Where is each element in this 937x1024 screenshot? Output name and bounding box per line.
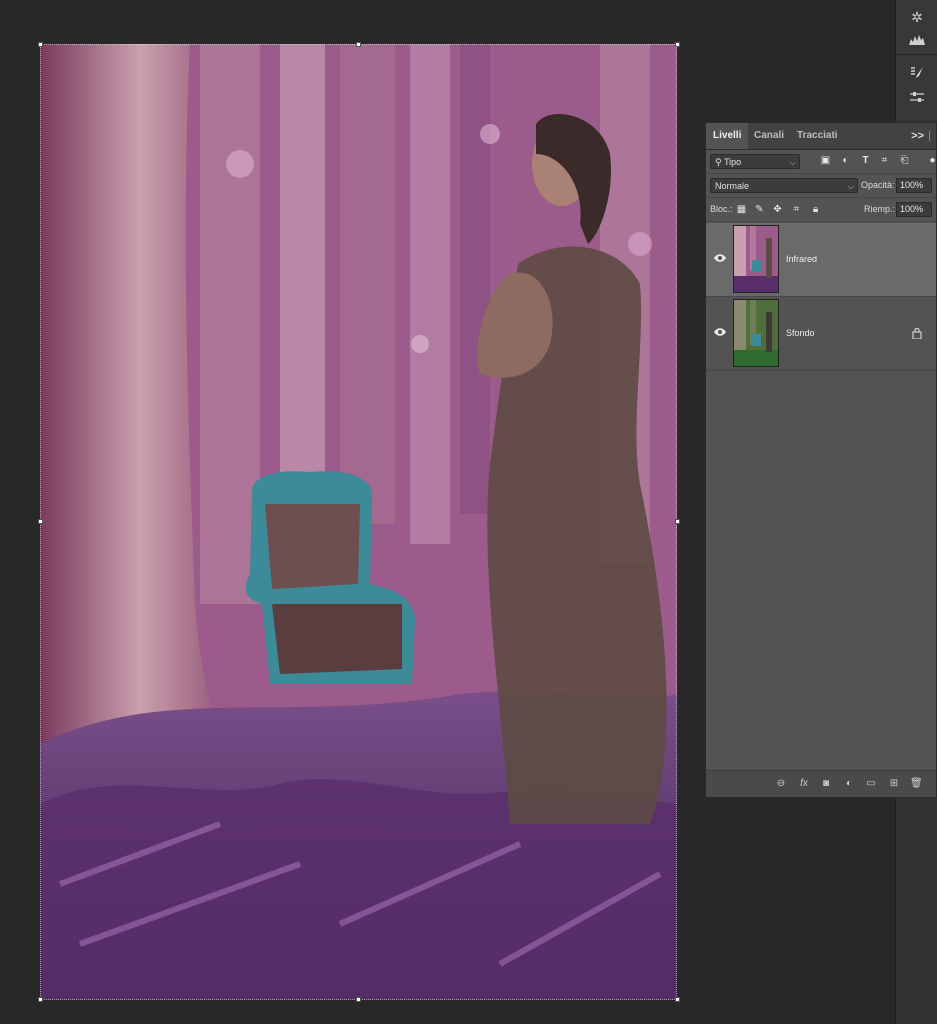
blend-mode-row: Normale ⌵ Opacità: 100% <box>706 174 936 198</box>
panel-expand-button[interactable]: >> <box>911 123 924 149</box>
layers-panel: Livelli Canali Tracciati >> ⚲ Tipo ⌵ ▣ ◐… <box>705 122 937 798</box>
transform-handle-left[interactable] <box>38 519 43 524</box>
chevron-down-icon: ⌵ <box>789 158 796 167</box>
transform-handle-right[interactable] <box>675 519 680 524</box>
transform-handle-top[interactable] <box>356 42 361 47</box>
lock-transparent-pixels-icon[interactable]: ▦ <box>736 204 747 215</box>
add-mask-icon[interactable]: ◙ <box>820 777 832 790</box>
eye-icon[interactable] <box>714 253 726 263</box>
layer-thumbnail-infrared <box>733 225 779 293</box>
opacity-input[interactable]: 100% <box>896 178 932 193</box>
blend-mode-value: Normale <box>715 181 750 191</box>
layer-kind-filter-select[interactable]: ⚲ Tipo ⌵ <box>710 154 800 169</box>
opacity-label: Opacità: <box>861 180 895 190</box>
pixel-layer-filter-icon[interactable]: ▣ <box>820 155 831 166</box>
transform-handle-bottom-left[interactable] <box>38 997 43 1002</box>
layers-list: Infrared Sfondo <box>706 223 936 371</box>
settings-gear-icon[interactable]: ✲ <box>906 6 928 28</box>
layer-kind-filter-value: Tipo <box>723 157 742 167</box>
new-adjustment-layer-icon[interactable]: ◐ <box>843 777 855 790</box>
tab-tracciati[interactable]: Tracciati <box>790 123 845 149</box>
layer-filter-row: ⚲ Tipo ⌵ ▣ ◐ T ⌗ ⎗ ● <box>706 150 936 174</box>
document-image[interactable] <box>40 44 677 1000</box>
panel-menu-icon[interactable] <box>929 131 936 141</box>
link-layers-icon[interactable]: ⊖ <box>775 777 787 790</box>
smart-object-filter-icon[interactable]: ⎗ <box>899 155 910 166</box>
tab-livelli[interactable]: Livelli <box>706 123 749 149</box>
transform-handle-bottom-right[interactable] <box>675 997 680 1002</box>
shape-layer-filter-icon[interactable]: ⌗ <box>879 155 890 166</box>
fill-label: Riemp.: <box>864 204 896 214</box>
new-group-folder-icon[interactable]: ▭ <box>865 777 877 790</box>
eye-icon[interactable] <box>714 327 726 337</box>
transform-handle-bottom[interactable] <box>356 997 361 1002</box>
layer-name[interactable]: Infrared <box>786 223 817 296</box>
adjustments-sliders-icon[interactable] <box>906 86 928 108</box>
layer-thumbnail-sfondo <box>733 299 779 367</box>
delete-layer-trash-icon[interactable]: 🗑︎ <box>910 777 923 790</box>
histogram-icon[interactable] <box>906 28 928 50</box>
layer-row-sfondo[interactable]: Sfondo <box>706 297 936 371</box>
layers-panel-footer: ⊖ fx ◙ ◐ ▭ ⊞ 🗑︎ <box>706 770 936 797</box>
transform-handle-top-left[interactable] <box>38 42 43 47</box>
infrared-forest-photo <box>40 44 677 1000</box>
lock-label: Bloc.: <box>710 204 733 214</box>
lock-image-pixels-icon[interactable]: ✎ <box>754 204 765 215</box>
lock-icon <box>912 327 922 339</box>
search-icon: ⚲ <box>715 157 724 167</box>
layer-name[interactable]: Sfondo <box>786 297 815 370</box>
lock-row: Bloc.: ▦ ✎ ✥ ⌗ 🔒︎ Riemp.: 100% <box>706 198 936 222</box>
type-layer-filter-icon[interactable]: T <box>860 155 871 166</box>
tab-canali[interactable]: Canali <box>747 123 791 149</box>
panel-tabs: Livelli Canali Tracciati >> <box>706 123 936 150</box>
chevron-down-icon: ⌵ <box>847 182 854 191</box>
fill-input[interactable]: 100% <box>896 202 932 217</box>
brush-presets-icon[interactable] <box>906 62 928 84</box>
blend-mode-select[interactable]: Normale ⌵ <box>710 178 858 193</box>
lock-position-icon[interactable]: ✥ <box>772 204 783 215</box>
lock-all-icon[interactable]: 🔒︎ <box>810 204 821 215</box>
layer-style-fx-button[interactable]: fx <box>798 777 810 790</box>
new-layer-icon[interactable]: ⊞ <box>888 777 900 790</box>
adjustment-layer-filter-icon[interactable]: ◐ <box>840 155 851 166</box>
filter-toggle-icon[interactable]: ● <box>927 155 937 166</box>
layer-row-infrared[interactable]: Infrared <box>706 223 936 297</box>
lock-artboard-icon[interactable]: ⌗ <box>791 204 802 215</box>
transform-handle-top-right[interactable] <box>675 42 680 47</box>
